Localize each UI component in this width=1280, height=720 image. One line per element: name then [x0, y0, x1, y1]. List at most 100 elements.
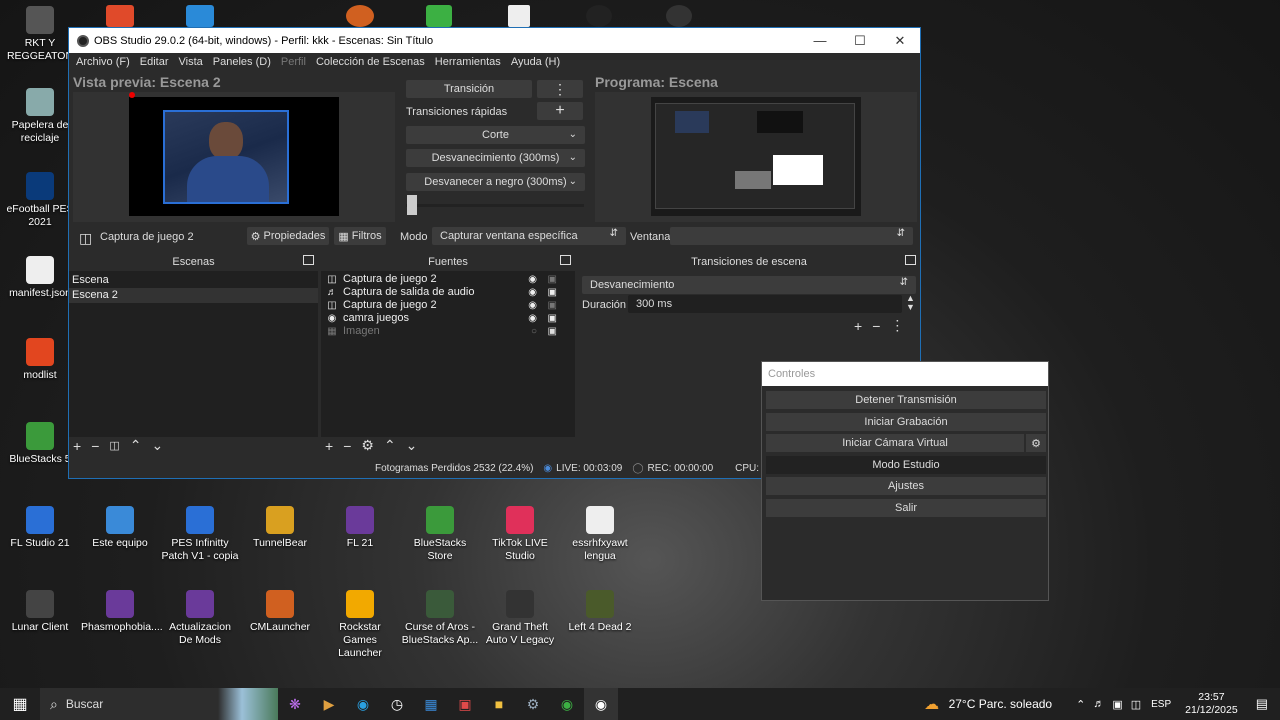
lock-icon[interactable]: ▣: [548, 286, 557, 299]
menu-vista[interactable]: Vista: [174, 56, 208, 68]
add-quick-transition-button[interactable]: +: [537, 102, 583, 120]
mode-select[interactable]: Capturar ventana específica ⇵: [432, 227, 626, 245]
transition-option-corte[interactable]: Corte ⌄: [406, 126, 585, 144]
studio-mode-button[interactable]: Modo Estudio: [766, 456, 1046, 474]
virtual-camera-settings-button[interactable]: ⚙: [1026, 434, 1046, 452]
add-icon[interactable]: +: [854, 318, 862, 334]
desktop-shortcut[interactable]: Left 4 Dead 2: [561, 590, 639, 634]
remove-icon[interactable]: −: [872, 318, 880, 334]
remove-icon[interactable]: −: [343, 438, 351, 454]
desktop-shortcut[interactable]: Curse of Aros - BlueStacks Ap...: [401, 590, 479, 647]
desktop-shortcut[interactable]: Rockstar Games Launcher: [321, 590, 399, 660]
window-select[interactable]: ⇵: [670, 227, 913, 245]
popout-icon[interactable]: [303, 255, 314, 265]
clock-app-icon[interactable]: ◷: [380, 688, 414, 720]
program-area[interactable]: [595, 92, 917, 222]
menu-herramientas[interactable]: Herramientas: [430, 56, 506, 68]
desktop-shortcut[interactable]: Actualizacion De Mods: [161, 590, 239, 647]
desktop-shortcut[interactable]: Este equipo: [81, 506, 159, 550]
source-item[interactable]: ♬ Captura de salida de audio ◉ ▣: [325, 286, 565, 299]
menu-archivo[interactable]: Archivo (F): [71, 56, 135, 68]
popout-icon[interactable]: [560, 255, 571, 265]
app-icon[interactable]: [346, 5, 374, 27]
desktop-shortcut[interactable]: PES Infinitty Patch V1 - copia: [161, 506, 239, 563]
obs-titlebar[interactable]: OBS Studio 29.0.2 (64-bit, windows) - Pe…: [69, 28, 920, 53]
move-up-icon[interactable]: ⌃: [130, 437, 142, 454]
app-icon[interactable]: [106, 5, 134, 27]
filters-button[interactable]: ▦ Filtros: [334, 227, 386, 245]
source-item-hidden[interactable]: ▦ Imagen ○ ▣: [325, 325, 565, 338]
start-recording-button[interactable]: Iniciar Grabación: [766, 413, 1046, 431]
eye-icon[interactable]: ◉: [528, 312, 537, 325]
settings-button[interactable]: Ajustes: [766, 477, 1046, 495]
lock-open-icon[interactable]: ▣: [548, 299, 557, 312]
desktop-shortcut[interactable]: FL Studio 21: [1, 506, 79, 550]
stop-stream-button[interactable]: Detener Transmisión: [766, 391, 1046, 409]
search-box[interactable]: ⌕ Buscar: [40, 688, 278, 720]
copilot-icon[interactable]: ❋: [278, 688, 312, 720]
duration-stepper-icon[interactable]: ▲ ▼: [906, 294, 915, 312]
tbar-handle[interactable]: [407, 195, 417, 215]
start-virtual-camera-button[interactable]: Iniciar Cámara Virtual: [766, 434, 1024, 452]
desktop-shortcut[interactable]: Phasmophobia....: [81, 590, 163, 634]
exit-button[interactable]: Salir: [766, 499, 1046, 517]
app-icon[interactable]: [666, 5, 692, 27]
desktop-shortcut[interactable]: BlueStacks Store: [401, 506, 479, 563]
controls-title[interactable]: Controles: [762, 362, 1048, 386]
app-icon[interactable]: [586, 5, 612, 27]
speaker-icon[interactable]: ♬: [1093, 698, 1104, 710]
menu-perfil[interactable]: Perfil: [276, 56, 311, 68]
file-explorer-icon[interactable]: ■: [482, 688, 516, 720]
lock-icon[interactable]: ▣: [548, 312, 557, 325]
desktop-shortcut[interactable]: TunnelBear: [241, 506, 319, 550]
scene-item-selected[interactable]: Escena 2: [69, 288, 318, 303]
menu-paneles[interactable]: Paneles (D): [208, 56, 276, 68]
eye-icon[interactable]: ◉: [528, 286, 537, 299]
preview-canvas[interactable]: [129, 97, 339, 216]
move-up-icon[interactable]: ⌃: [384, 437, 396, 454]
store-icon[interactable]: ▦: [414, 688, 448, 720]
weather-text[interactable]: 27°C Parc. soleado: [949, 697, 1053, 711]
app-icon[interactable]: ▣: [448, 688, 482, 720]
webcam-source[interactable]: [163, 110, 289, 204]
language-indicator[interactable]: ESP: [1151, 699, 1171, 710]
move-down-icon[interactable]: ⌄: [152, 437, 164, 454]
network-icon[interactable]: ▣: [1112, 698, 1122, 711]
desktop-shortcut[interactable]: FL 21: [321, 506, 399, 550]
media-player-icon[interactable]: ▶: [312, 688, 346, 720]
duration-input[interactable]: 300 ms: [628, 295, 902, 313]
file-icon[interactable]: [508, 5, 530, 27]
source-item[interactable]: ◫ Captura de juego 2 ◉ ▣: [325, 299, 565, 312]
scene-item[interactable]: Escena: [69, 273, 318, 288]
notifications-icon[interactable]: ▤: [1256, 696, 1268, 712]
transition-button[interactable]: Transición: [406, 80, 532, 98]
chevron-up-icon[interactable]: ⌃: [1076, 698, 1085, 711]
scene-transition-select[interactable]: Desvanecimiento ⇵: [582, 276, 916, 294]
menu-ayuda[interactable]: Ayuda (H): [506, 56, 565, 68]
weather-icon[interactable]: ☁: [915, 688, 949, 720]
popout-icon[interactable]: [905, 255, 916, 265]
eye-icon[interactable]: ◉: [528, 299, 537, 312]
app-icon[interactable]: [426, 5, 452, 27]
obs-taskbar-icon[interactable]: ◉: [584, 688, 618, 720]
desktop-shortcut[interactable]: Lunar Client: [1, 590, 79, 634]
desktop-shortcut[interactable]: essrhfxyawt lengua: [561, 506, 639, 563]
clock[interactable]: 23:57 21/12/2025: [1185, 691, 1238, 717]
edge-icon[interactable]: ◉: [346, 688, 380, 720]
lock-open-icon[interactable]: ▣: [548, 273, 557, 286]
move-down-icon[interactable]: ⌄: [406, 437, 418, 454]
windows-start-icon[interactable]: ▦: [0, 688, 40, 720]
steam-icon[interactable]: ⚙: [516, 688, 550, 720]
menu-dots-icon[interactable]: ⋮: [890, 317, 904, 334]
transition-option-fade-black[interactable]: Desvanecer a negro (300ms) ⌄: [406, 173, 585, 191]
desktop-shortcut[interactable]: Grand Theft Auto V Legacy: [481, 590, 559, 647]
desktop-shortcut[interactable]: CMLauncher: [241, 590, 319, 634]
menu-coleccion[interactable]: Colección de Escenas: [311, 56, 430, 68]
transition-menu-button[interactable]: ⋮: [537, 80, 583, 98]
properties-button[interactable]: ⚙ Propiedades: [247, 227, 329, 245]
app-icon[interactable]: [186, 5, 214, 27]
bluetooth-icon[interactable]: ◫: [1131, 698, 1141, 711]
transition-option-fade[interactable]: Desvanecimiento (300ms) ⌄: [406, 149, 585, 167]
lock-icon[interactable]: ▣: [548, 325, 557, 338]
preview-area[interactable]: [73, 92, 395, 222]
